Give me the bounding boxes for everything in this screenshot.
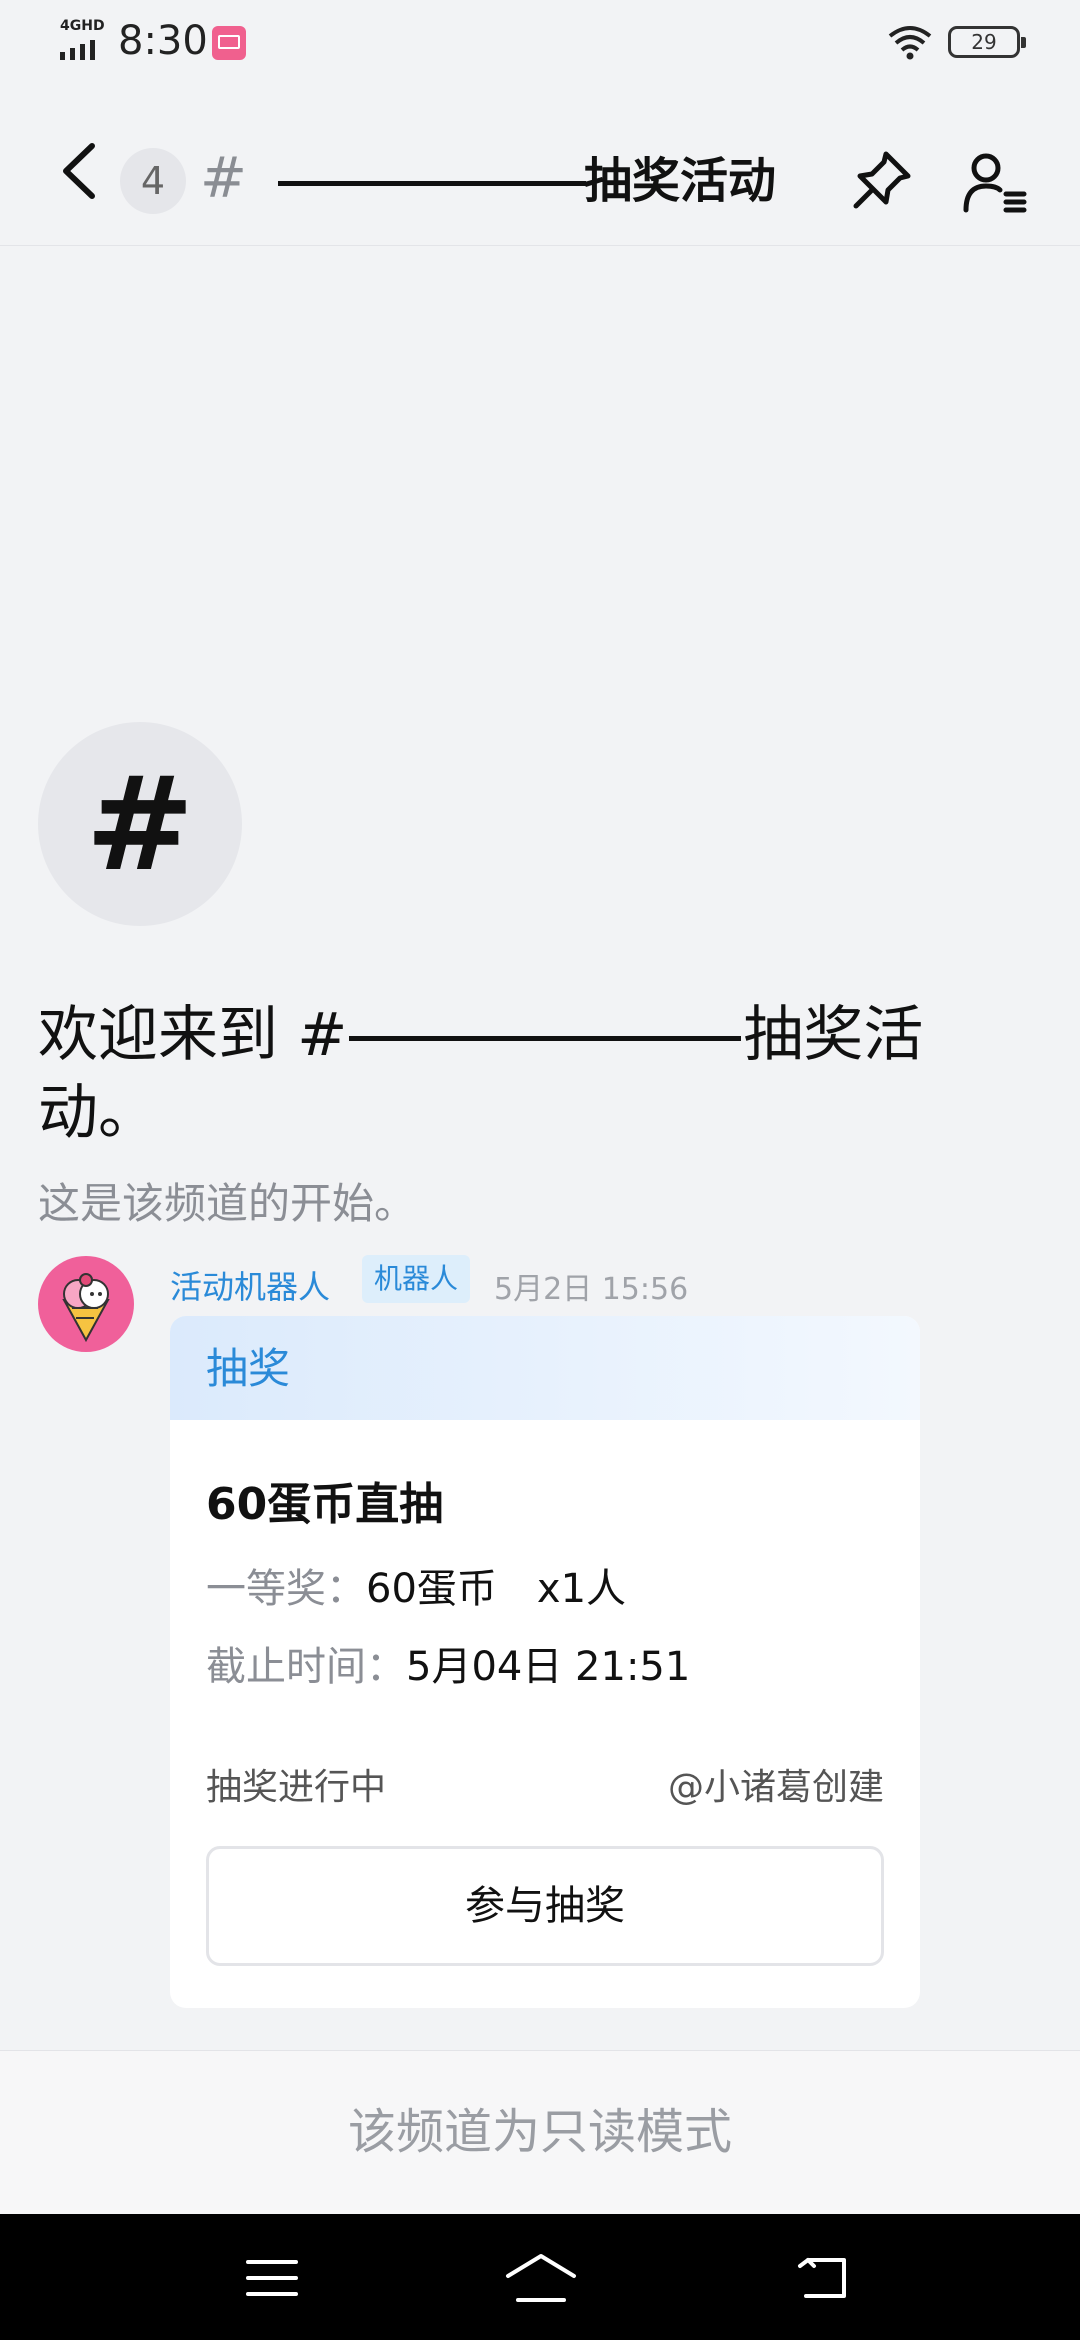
bot-tag-badge: 机器人 bbox=[362, 1255, 471, 1303]
lottery-card: 抽奖 60蛋币直抽 一等奖：60蛋币 x1人 截止时间：5月04日 21:51 … bbox=[170, 1316, 920, 2008]
channel-header: 4 # 抽奖活动 bbox=[0, 90, 1080, 246]
back-arrow-icon[interactable] bbox=[52, 136, 112, 206]
network-type: 4GHD bbox=[60, 18, 105, 34]
deadline-label: 截止时间： bbox=[206, 1644, 406, 1690]
title-decoration-line bbox=[278, 181, 586, 186]
deadline-row: 截止时间：5月04日 21:51 bbox=[206, 1634, 690, 1692]
welcome-decoration-line bbox=[349, 1035, 742, 1041]
message-author[interactable]: 活动机器人 bbox=[170, 1262, 330, 1308]
signal-icon: 4GHD bbox=[58, 18, 108, 60]
channel-avatar: # bbox=[38, 722, 242, 926]
battery-icon: 29 bbox=[948, 26, 1026, 58]
battery-level: 29 bbox=[971, 30, 997, 54]
welcome-subtitle: 这是该频道的开始。 bbox=[38, 1179, 417, 1228]
readonly-notice: 该频道为只读模式 bbox=[0, 2050, 1080, 2215]
system-nav-bar bbox=[0, 2214, 1080, 2340]
home-icon[interactable] bbox=[504, 2250, 578, 2306]
welcome-prefix: 欢迎来到 # bbox=[38, 1000, 348, 1070]
nav-back-icon[interactable] bbox=[796, 2252, 852, 2302]
app-notification-icon bbox=[212, 26, 246, 60]
members-list-icon[interactable] bbox=[962, 150, 1028, 216]
bot-avatar[interactable] bbox=[38, 1256, 134, 1352]
prize-label: 一等奖： bbox=[206, 1566, 366, 1612]
channel-hash-icon: # bbox=[200, 146, 247, 211]
lottery-status: 抽奖进行中 bbox=[206, 1767, 387, 1808]
pin-icon[interactable] bbox=[850, 148, 914, 212]
channel-title: 抽奖活动 bbox=[584, 153, 777, 209]
ice-cream-icon bbox=[62, 1273, 110, 1343]
lottery-creator: @小诸葛创建 bbox=[667, 1767, 884, 1808]
join-lottery-button[interactable]: 参与抽奖 bbox=[206, 1846, 884, 1966]
wifi-icon bbox=[888, 26, 932, 60]
menu-icon[interactable] bbox=[246, 2254, 298, 2302]
prize-row: 一等奖：60蛋币 x1人 bbox=[206, 1556, 626, 1614]
status-time: 8:30 bbox=[118, 18, 208, 64]
status-bar: 4GHD 8:30 29 bbox=[0, 0, 1080, 90]
unread-count-badge[interactable]: 4 bbox=[120, 148, 186, 214]
lottery-card-header: 抽奖 bbox=[170, 1316, 920, 1420]
message-timestamp: 5月2日 15:56 bbox=[494, 1272, 689, 1307]
prize-value: 60蛋币 x1人 bbox=[366, 1566, 627, 1612]
lottery-title: 60蛋币直抽 bbox=[206, 1479, 444, 1530]
welcome-title: 欢迎来到 # 抽奖活动。 bbox=[38, 996, 1038, 1152]
screen: 4GHD 8:30 29 4 # 抽奖活动 # 欢迎来到 # 抽奖活动。 这是该… bbox=[0, 0, 1080, 2340]
deadline-value: 5月04日 21:51 bbox=[406, 1644, 691, 1690]
